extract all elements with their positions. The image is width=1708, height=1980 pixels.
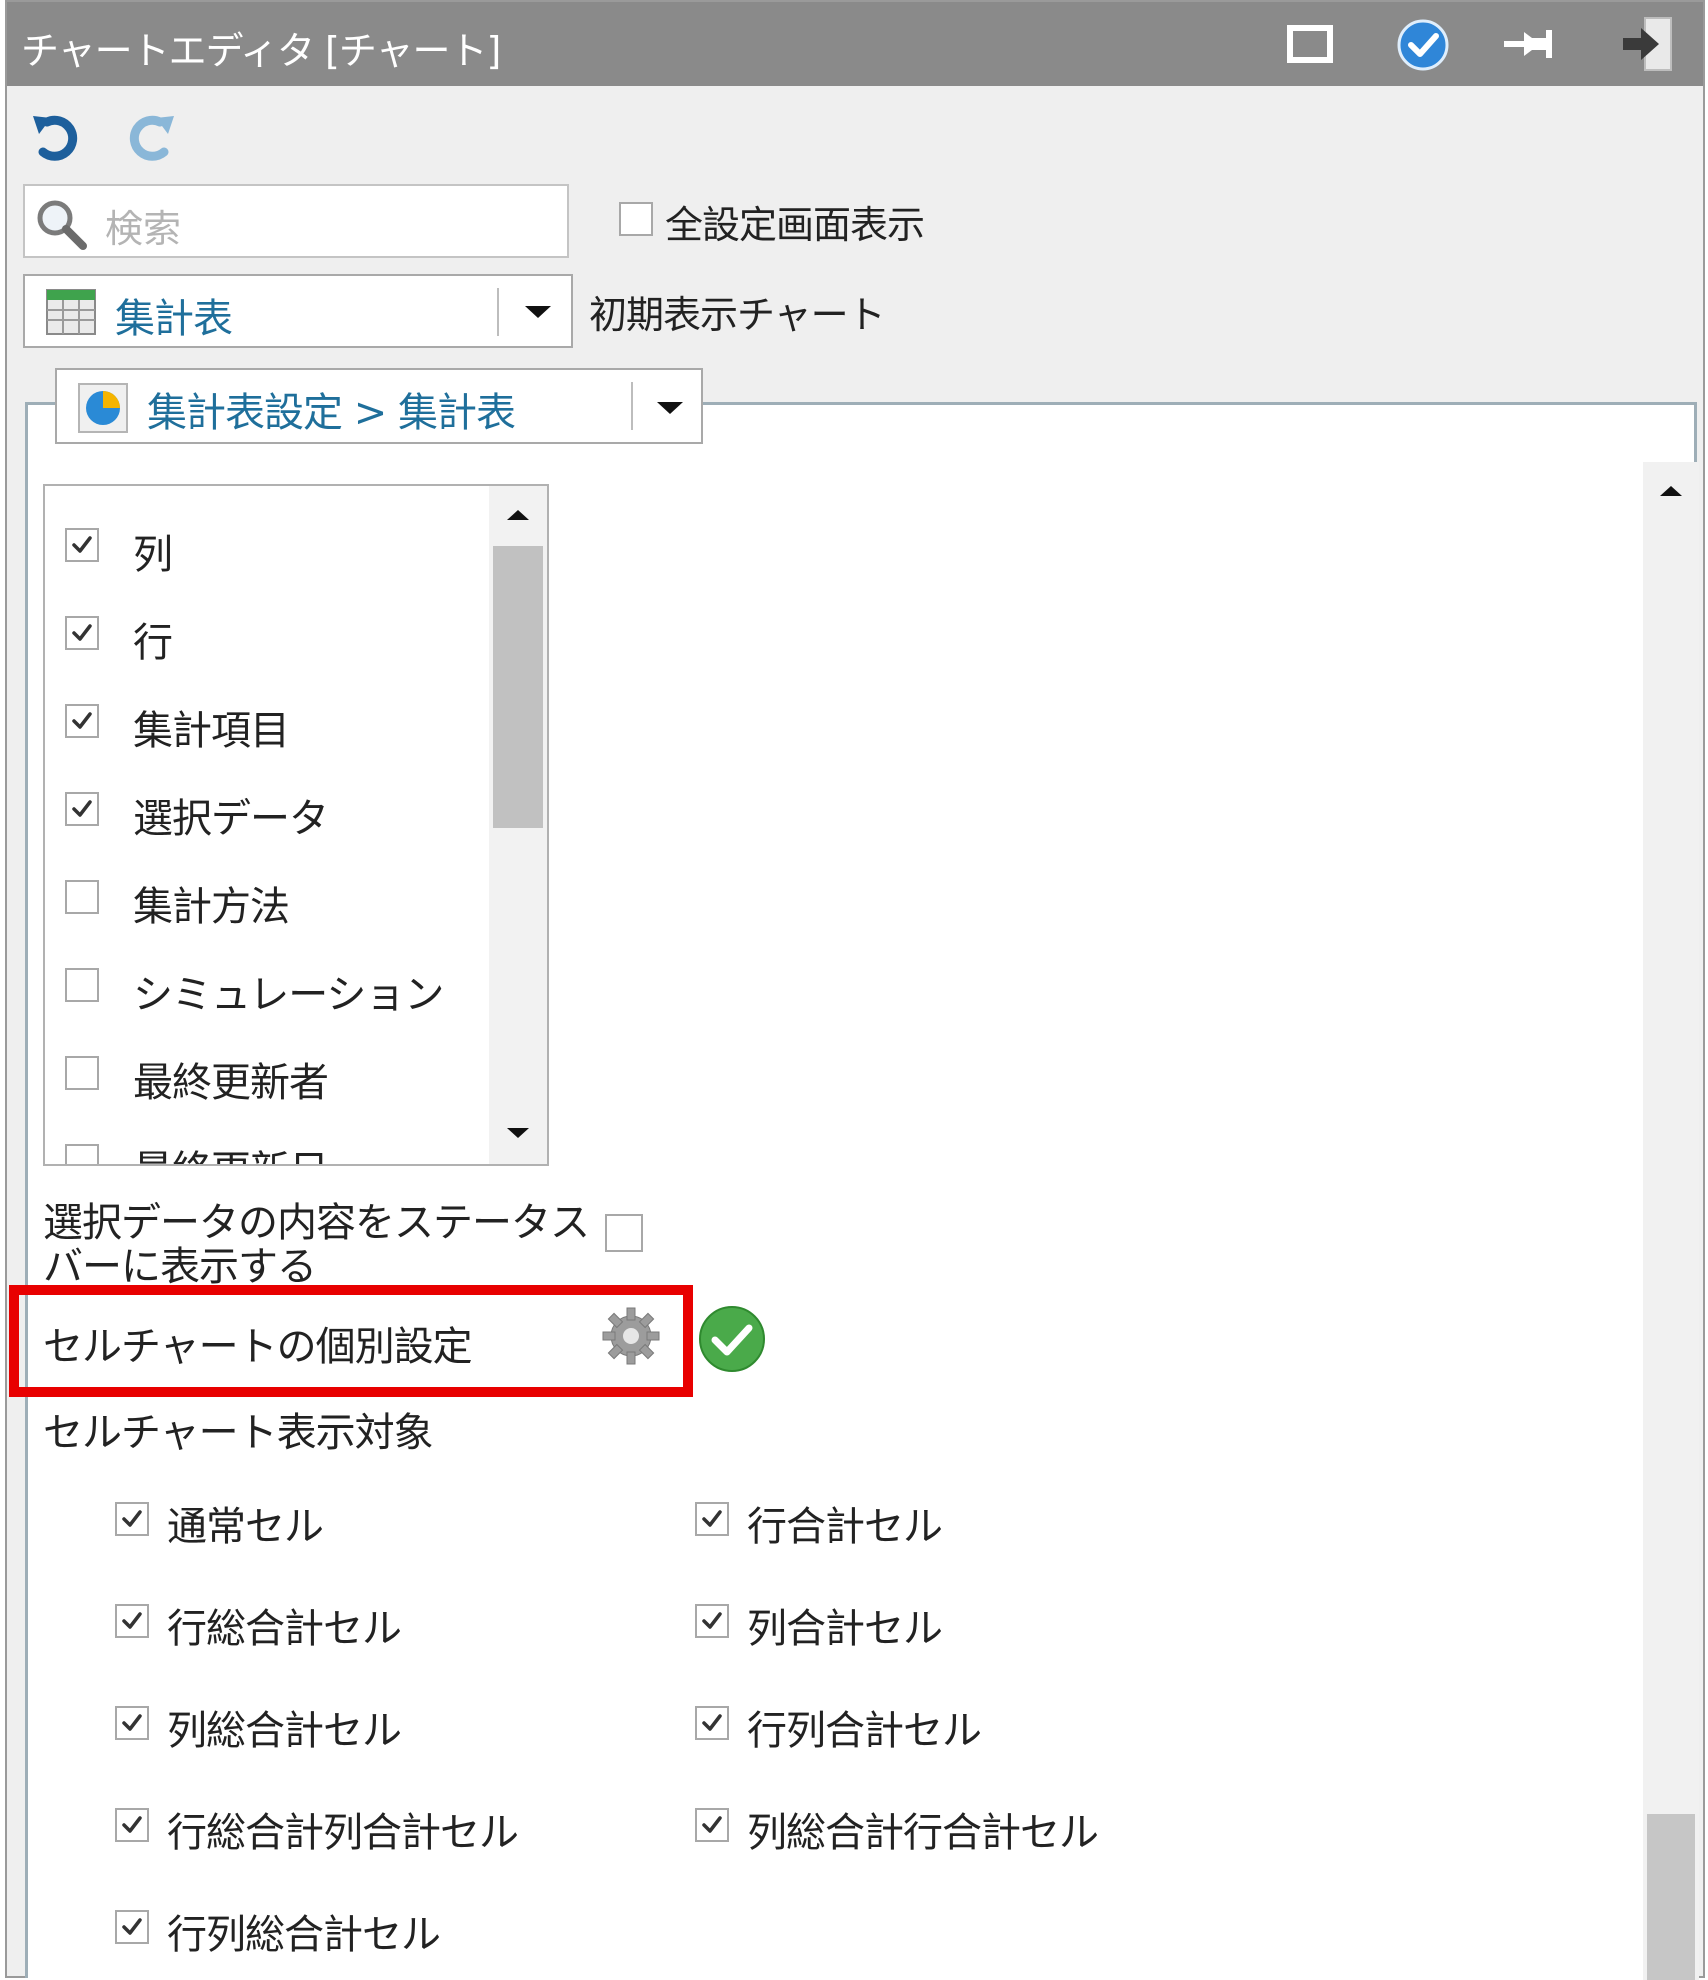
scroll-up-icon[interactable] (507, 510, 529, 520)
chart-editor-panel: チャートエディタ [チャート] 検索 全設定画面表示 集計表 初期表示チャート … (5, 0, 1705, 1980)
cell-target-checkbox[interactable] (695, 1502, 729, 1536)
cell-chart-targets-heading: セルチャート表示対象 (43, 1410, 434, 1456)
list-item[interactable]: 行 (45, 590, 485, 678)
list-item-label: 集計方法 (133, 884, 290, 930)
enabled-check-icon (699, 1306, 765, 1372)
maximize-icon[interactable] (1282, 16, 1338, 72)
list-item-label: 選択データ (133, 796, 329, 842)
list-item-checkbox[interactable] (65, 968, 99, 1002)
initial-chart-label: 初期表示チャート (589, 293, 886, 337)
cell-target-label: 通常セル (167, 1504, 324, 1550)
list-item[interactable]: 最終更新日 (45, 1118, 485, 1164)
combo-separator (631, 382, 633, 430)
cell-target-checkbox[interactable] (115, 1706, 149, 1740)
cell-target-label: 列合計セル (747, 1606, 943, 1652)
window-title: チャートエディタ [チャート] (21, 29, 501, 73)
cell-target-checkbox[interactable] (695, 1604, 729, 1638)
cell-target-checkbox[interactable] (115, 1910, 149, 1944)
highlight-frame (9, 1285, 693, 1397)
group-scroll-thumb[interactable] (1647, 1814, 1695, 1980)
chevron-down-icon (657, 402, 683, 414)
settings-select[interactable]: 集計表設定 > 集計表 (55, 368, 703, 444)
list-item[interactable]: 列 (45, 502, 485, 590)
list-item[interactable]: シミュレーション (45, 942, 485, 1030)
status-bar-option-label-2: バーに表示する (43, 1244, 317, 1290)
cell-target-label: 行合計セル (747, 1504, 943, 1550)
list-item-label: 最終更新者 (133, 1060, 329, 1106)
redo-icon[interactable] (122, 112, 178, 164)
list-item[interactable]: 最終更新者 (45, 1030, 485, 1118)
cell-target-label: 列総合計セル (167, 1708, 402, 1754)
list-scroll-thumb[interactable] (493, 546, 543, 828)
cell-target-label: 列総合計行合計セル (747, 1810, 1099, 1856)
list-item-checkbox[interactable] (65, 704, 99, 738)
pin-icon[interactable] (1502, 16, 1558, 72)
settings-select-value: 集計表設定 > 集計表 (147, 390, 516, 436)
cell-target-checkbox[interactable] (695, 1808, 729, 1842)
scroll-down-icon[interactable] (507, 1128, 529, 1138)
search-placeholder: 検索 (105, 207, 182, 251)
list-item-checkbox[interactable] (65, 1056, 99, 1090)
title-bar: チャートエディタ [チャート] (7, 2, 1703, 86)
cell-target-checkbox[interactable] (115, 1808, 149, 1842)
chevron-down-icon (525, 306, 551, 318)
list-item-checkbox[interactable] (65, 880, 99, 914)
status-bar-option-checkbox[interactable] (605, 1214, 643, 1252)
undo-icon[interactable] (29, 112, 85, 164)
list-item-label: シミュレーション (133, 972, 444, 1018)
apply-check-icon[interactable] (1395, 16, 1451, 72)
search-input[interactable]: 検索 (23, 184, 569, 258)
display-items-list[interactable]: 列行集計項目選択データ集計方法シミュレーション最終更新者最終更新日 (43, 484, 549, 1166)
list-item-checkbox[interactable] (65, 528, 99, 562)
list-scrollbar[interactable] (489, 486, 547, 1164)
combo-separator (497, 288, 499, 336)
scroll-up-icon[interactable] (1660, 486, 1682, 496)
cell-target-checkbox[interactable] (115, 1604, 149, 1638)
cell-target-label: 行列総合計セル (167, 1912, 441, 1958)
list-item[interactable]: 集計方法 (45, 854, 485, 942)
exit-icon[interactable] (1619, 16, 1675, 72)
list-item-label: 集計項目 (133, 708, 290, 754)
group-scrollbar[interactable] (1643, 462, 1699, 1980)
search-icon (37, 200, 87, 250)
pie-chart-icon (78, 383, 128, 433)
table-icon (46, 289, 96, 335)
list-item[interactable]: 集計項目 (45, 678, 485, 766)
cell-target-checkbox[interactable] (695, 1706, 729, 1740)
cell-target-label: 行列合計セル (747, 1708, 982, 1754)
show-all-settings-checkbox[interactable] (619, 202, 653, 236)
list-item-checkbox[interactable] (65, 1144, 99, 1164)
list-item-label: 行 (133, 620, 173, 666)
list-item-checkbox[interactable] (65, 616, 99, 650)
list-item-label: 最終更新日 (133, 1138, 329, 1164)
list-item[interactable]: 選択データ (45, 766, 485, 854)
cell-target-label: 行総合計セル (167, 1606, 402, 1652)
list-item-checkbox[interactable] (65, 792, 99, 826)
chart-select-value: 集計表 (115, 296, 233, 342)
cell-target-label: 行総合計列合計セル (167, 1810, 519, 1856)
cell-target-checkbox[interactable] (115, 1502, 149, 1536)
show-all-settings-label: 全設定画面表示 (665, 203, 925, 247)
chart-select[interactable]: 集計表 (23, 274, 573, 348)
list-item-label: 列 (133, 532, 173, 578)
